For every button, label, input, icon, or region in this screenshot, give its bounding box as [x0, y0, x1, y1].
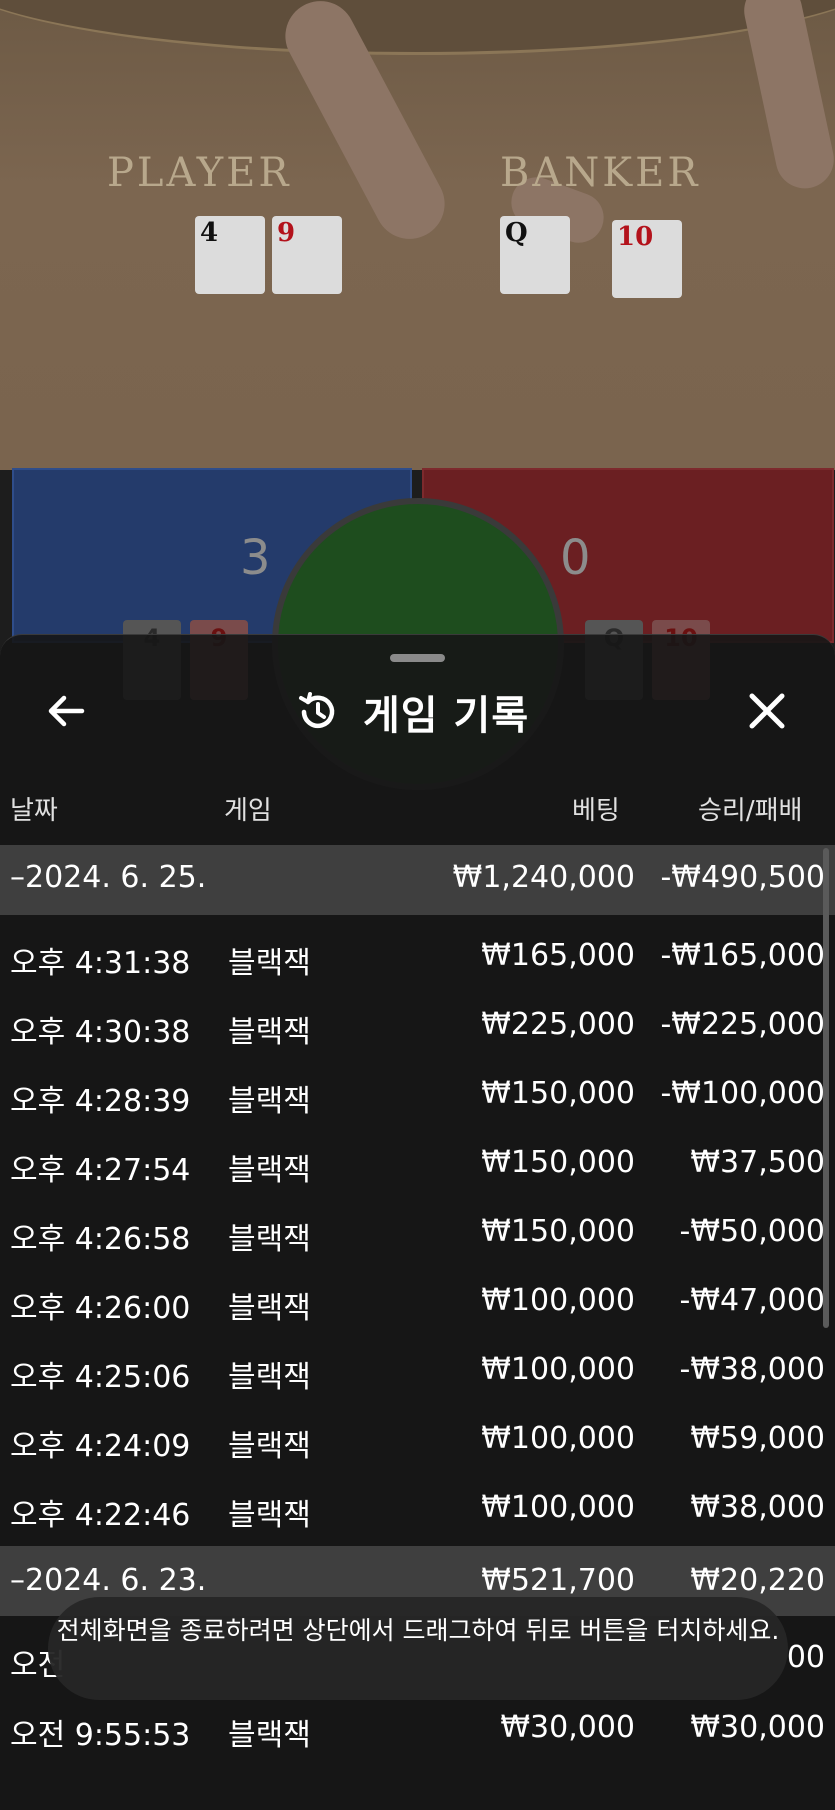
row-result: -₩50,000 [679, 1214, 825, 1249]
row-time: 오후 4:24:09 [10, 1429, 191, 1464]
row-bet: ₩30,000 [500, 1710, 635, 1745]
row-result-partial: 00 [786, 1640, 825, 1675]
group-result-total: -₩490,500 [660, 860, 825, 895]
row-result: ₩30,000 [690, 1710, 825, 1745]
row-game: 블랙잭 [228, 1015, 311, 1050]
row-time: 오후 4:27:54 [10, 1153, 191, 1188]
history-icon [299, 692, 335, 729]
column-header-game: 게임 [224, 796, 272, 826]
row-time: 오전 9:55:53 [10, 1718, 191, 1753]
row-bet: ₩150,000 [481, 1076, 635, 1111]
row-bet: ₩100,000 [481, 1283, 635, 1318]
row-bet: ₩225,000 [481, 1007, 635, 1042]
close-icon [749, 693, 785, 729]
row-bet: ₩100,000 [481, 1352, 635, 1387]
banker-score: 0 [560, 530, 591, 586]
row-result: -₩38,000 [679, 1352, 825, 1387]
row-bet: ₩150,000 [481, 1145, 635, 1180]
row-time: 오후 4:30:38 [10, 1015, 191, 1050]
row-time: 오후 4:28:39 [10, 1084, 191, 1119]
banker-card-1: Q [500, 216, 570, 294]
row-game: 블랙잭 [228, 1084, 311, 1119]
column-header-bet: 베팅 [572, 796, 620, 826]
group-date: –2024. 6. 23. [10, 1563, 207, 1598]
row-result: ₩59,000 [690, 1421, 825, 1456]
group-date: –2024. 6. 25. [10, 860, 207, 895]
row-result: -₩47,000 [679, 1283, 825, 1318]
row-bet: ₩100,000 [481, 1490, 635, 1525]
row-time: 오후 4:26:00 [10, 1291, 191, 1326]
row-result: ₩37,500 [690, 1145, 825, 1180]
group-result-total: ₩20,220 [690, 1563, 825, 1598]
sheet-drag-handle[interactable] [390, 654, 445, 662]
row-result: ₩38,000 [690, 1490, 825, 1525]
row-bet: ₩100,000 [481, 1421, 635, 1456]
banker-table-label: BANKER [500, 150, 701, 196]
row-time: 오후 4:22:46 [10, 1498, 191, 1533]
player-card-1: 4 [195, 216, 265, 294]
row-game: 블랙잭 [228, 1222, 311, 1257]
back-button[interactable] [42, 686, 92, 736]
row-result: -₩100,000 [660, 1076, 825, 1111]
row-game: 블랙잭 [228, 1291, 311, 1326]
row-bet: ₩150,000 [481, 1214, 635, 1249]
row-game: 블랙잭 [228, 1429, 311, 1464]
fullscreen-exit-toast: 전체화면을 종료하려면 상단에서 드래그하여 뒤로 버튼을 터치하세요. [48, 1597, 788, 1700]
row-game: 블랙잭 [228, 1360, 311, 1395]
row-result: -₩225,000 [660, 1007, 825, 1042]
column-header-date: 날짜 [10, 796, 58, 826]
group-bet-total: ₩1,240,000 [452, 860, 635, 895]
row-game: 블랙잭 [228, 1718, 311, 1753]
row-time: 오후 4:25:06 [10, 1360, 191, 1395]
game-screen: PLAYER BANKER 4 9 Q 10 3 0 4 9 Q 10 게임 기… [0, 0, 835, 1810]
column-header-result: 승리/패배 [698, 796, 803, 826]
sheet-header: 게임 기록 [295, 684, 529, 740]
player-score: 3 [240, 530, 271, 586]
row-game: 블랙잭 [228, 1498, 311, 1533]
scrollbar[interactable] [823, 848, 829, 1328]
row-result: -₩165,000 [660, 938, 825, 973]
row-time: 오후 4:31:38 [10, 946, 191, 981]
player-table-label: PLAYER [107, 150, 292, 196]
sheet-title: 게임 기록 [363, 693, 530, 739]
arrow-left-icon [48, 695, 85, 727]
row-game: 블랙잭 [228, 1153, 311, 1188]
player-card-2: 9 [272, 216, 342, 294]
close-button[interactable] [742, 686, 792, 736]
row-game: 블랙잭 [228, 946, 311, 981]
banker-card-2: 10 [612, 220, 682, 298]
row-bet: ₩165,000 [481, 938, 635, 973]
group-bet-total: ₩521,700 [481, 1563, 635, 1598]
row-time: 오후 4:26:58 [10, 1222, 191, 1257]
